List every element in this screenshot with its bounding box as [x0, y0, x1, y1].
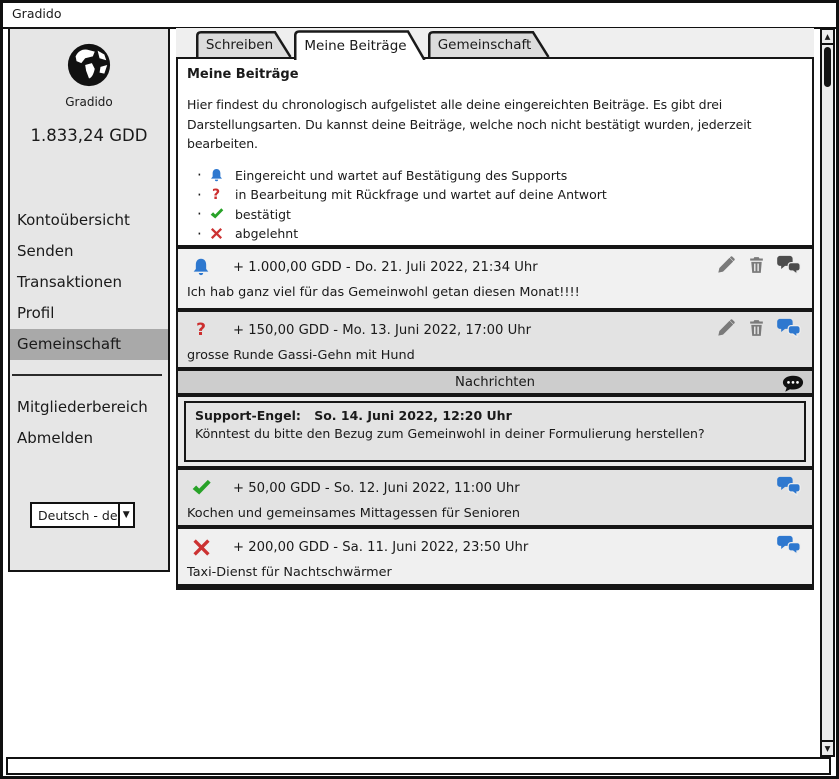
intro-section: Meine Beiträge Hier findest du chronolog…	[176, 57, 814, 247]
check-icon	[205, 207, 227, 221]
legend-item-abgelehnt: · abgelehnt	[187, 224, 800, 244]
contribution-description: Kochen und gemeinsames Mittagessen für S…	[187, 506, 804, 521]
contribution-header: + 50,00 GDD - So. 12. Juni 2022, 11:00 U…	[233, 481, 520, 496]
cross-icon	[190, 538, 212, 557]
language-select-value: Deutsch - de	[32, 508, 118, 523]
sidebar-item-mitgliederbereich[interactable]: Mitgliederbereich	[10, 392, 168, 423]
trash-icon[interactable]	[747, 318, 766, 342]
chat-icon[interactable]	[777, 255, 801, 279]
menu-divider	[12, 374, 162, 376]
contribution-row: + 1.000,00 GDD - Do. 21. Juli 2022, 21:3…	[176, 247, 814, 310]
tab-content: Meine Beiträge Hier findest du chronolog…	[176, 57, 814, 751]
vertical-scrollbar[interactable]: ▲ ▼	[820, 28, 835, 757]
window-title: Gradido	[3, 3, 836, 29]
bell-icon	[190, 257, 212, 278]
tab-schreiben[interactable]: Schreiben	[196, 31, 292, 57]
tab-label: Schreiben	[204, 37, 275, 53]
trash-icon[interactable]	[747, 255, 766, 279]
tab-bar: Schreiben Meine Beiträge Gemeinschaft	[176, 28, 814, 57]
messages-section: Support-Engel: So. 14. Juni 2022, 12:20 …	[176, 395, 814, 468]
message-timestamp: So. 14. Juni 2022, 12:20 Uhr	[314, 408, 512, 423]
contribution-header: + 150,00 GDD - Mo. 13. Juni 2022, 17:00 …	[233, 323, 531, 338]
contribution-description: grosse Runde Gassi-Gehn mit Hund	[187, 348, 804, 363]
bullet: ·	[197, 186, 205, 204]
legend-item-bestaetigt: · bestätigt	[187, 205, 800, 225]
app-window: Gradido Gradido 1.833,24 GDD Kontoübersi…	[0, 0, 839, 779]
contribution-description: Taxi-Dienst für Nachtschwärmer	[187, 565, 804, 580]
sidebar-item-gemeinschaft[interactable]: Gemeinschaft	[10, 329, 168, 360]
contribution-header: + 1.000,00 GDD - Do. 21. Juli 2022, 21:3…	[233, 260, 538, 275]
gradido-logo	[10, 42, 168, 92]
scroll-down-icon[interactable]: ▼	[822, 740, 833, 755]
sidebar: Gradido 1.833,24 GDD Kontoübersicht Send…	[8, 27, 170, 572]
sidebar-menu: Kontoübersicht Senden Transaktionen Prof…	[10, 205, 168, 454]
question-icon: ?	[205, 187, 227, 203]
sidebar-item-senden[interactable]: Senden	[10, 236, 168, 267]
support-message: Support-Engel: So. 14. Juni 2022, 12:20 …	[184, 401, 806, 462]
contribution-row: ? + 150,00 GDD - Mo. 13. Juni 2022, 17:0…	[176, 310, 814, 369]
sidebar-item-profil[interactable]: Profil	[10, 298, 168, 329]
logo-label: Gradido	[10, 95, 168, 109]
tab-meine-beitraege[interactable]: Meine Beiträge	[294, 30, 426, 60]
chevron-down-icon: ▼	[118, 504, 133, 526]
cross-icon	[205, 227, 227, 240]
bell-icon	[205, 168, 227, 183]
legend-item-rueckfrage: · ? in Bearbeitung mit Rückfrage und war…	[187, 185, 800, 205]
message-text: Könntest du bitte den Bezug zum Gemeinwo…	[195, 426, 795, 441]
sidebar-item-kontouebersicht[interactable]: Kontoübersicht	[10, 205, 168, 236]
main-area: Schreiben Meine Beiträge Gemeinschaft Me…	[176, 28, 814, 751]
status-bar	[6, 757, 831, 775]
scrollbar-thumb[interactable]	[824, 47, 831, 87]
edit-icon[interactable]	[715, 255, 736, 280]
tab-label: Meine Beiträge	[302, 38, 409, 54]
intro-text: Hier findest du chronologisch aufgeliste…	[187, 95, 800, 154]
contribution-row: + 200,00 GDD - Sa. 11. Juni 2022, 23:50 …	[176, 527, 814, 586]
question-icon: ?	[190, 320, 212, 340]
bullet: ·	[197, 225, 205, 243]
contribution-header: + 200,00 GDD - Sa. 11. Juni 2022, 23:50 …	[233, 540, 528, 555]
language-select[interactable]: Deutsch - de ▼	[30, 502, 135, 528]
contribution-row: + 50,00 GDD - So. 12. Juni 2022, 11:00 U…	[176, 468, 814, 527]
chat-icon[interactable]	[777, 476, 801, 500]
sidebar-item-transaktionen[interactable]: Transaktionen	[10, 267, 168, 298]
tab-gemeinschaft[interactable]: Gemeinschaft	[428, 31, 550, 57]
message-bubble-icon[interactable]	[782, 375, 804, 397]
bullet: ·	[197, 166, 205, 184]
scroll-up-icon[interactable]: ▲	[822, 30, 833, 45]
page-title: Meine Beiträge	[187, 67, 800, 82]
empty-area	[176, 586, 814, 590]
sidebar-item-abmelden[interactable]: Abmelden	[10, 423, 168, 454]
status-legend: · Eingereicht und wartet auf Bestätigung…	[187, 166, 800, 244]
tab-label: Gemeinschaft	[436, 37, 533, 53]
messages-title: Nachrichten	[455, 375, 535, 390]
contribution-description: Ich hab ganz viel für das Gemeinwohl get…	[187, 285, 804, 300]
message-author: Support-Engel:	[195, 408, 301, 423]
legend-item-eingereicht: · Eingereicht und wartet auf Bestätigung…	[187, 166, 800, 186]
check-icon	[190, 478, 212, 498]
account-balance: 1.833,24 GDD	[10, 126, 168, 145]
bullet: ·	[197, 205, 205, 223]
chat-icon[interactable]	[777, 535, 801, 559]
globe-icon	[66, 42, 112, 88]
edit-icon[interactable]	[715, 318, 736, 343]
chat-icon[interactable]	[777, 318, 801, 342]
messages-header: Nachrichten	[176, 369, 814, 395]
